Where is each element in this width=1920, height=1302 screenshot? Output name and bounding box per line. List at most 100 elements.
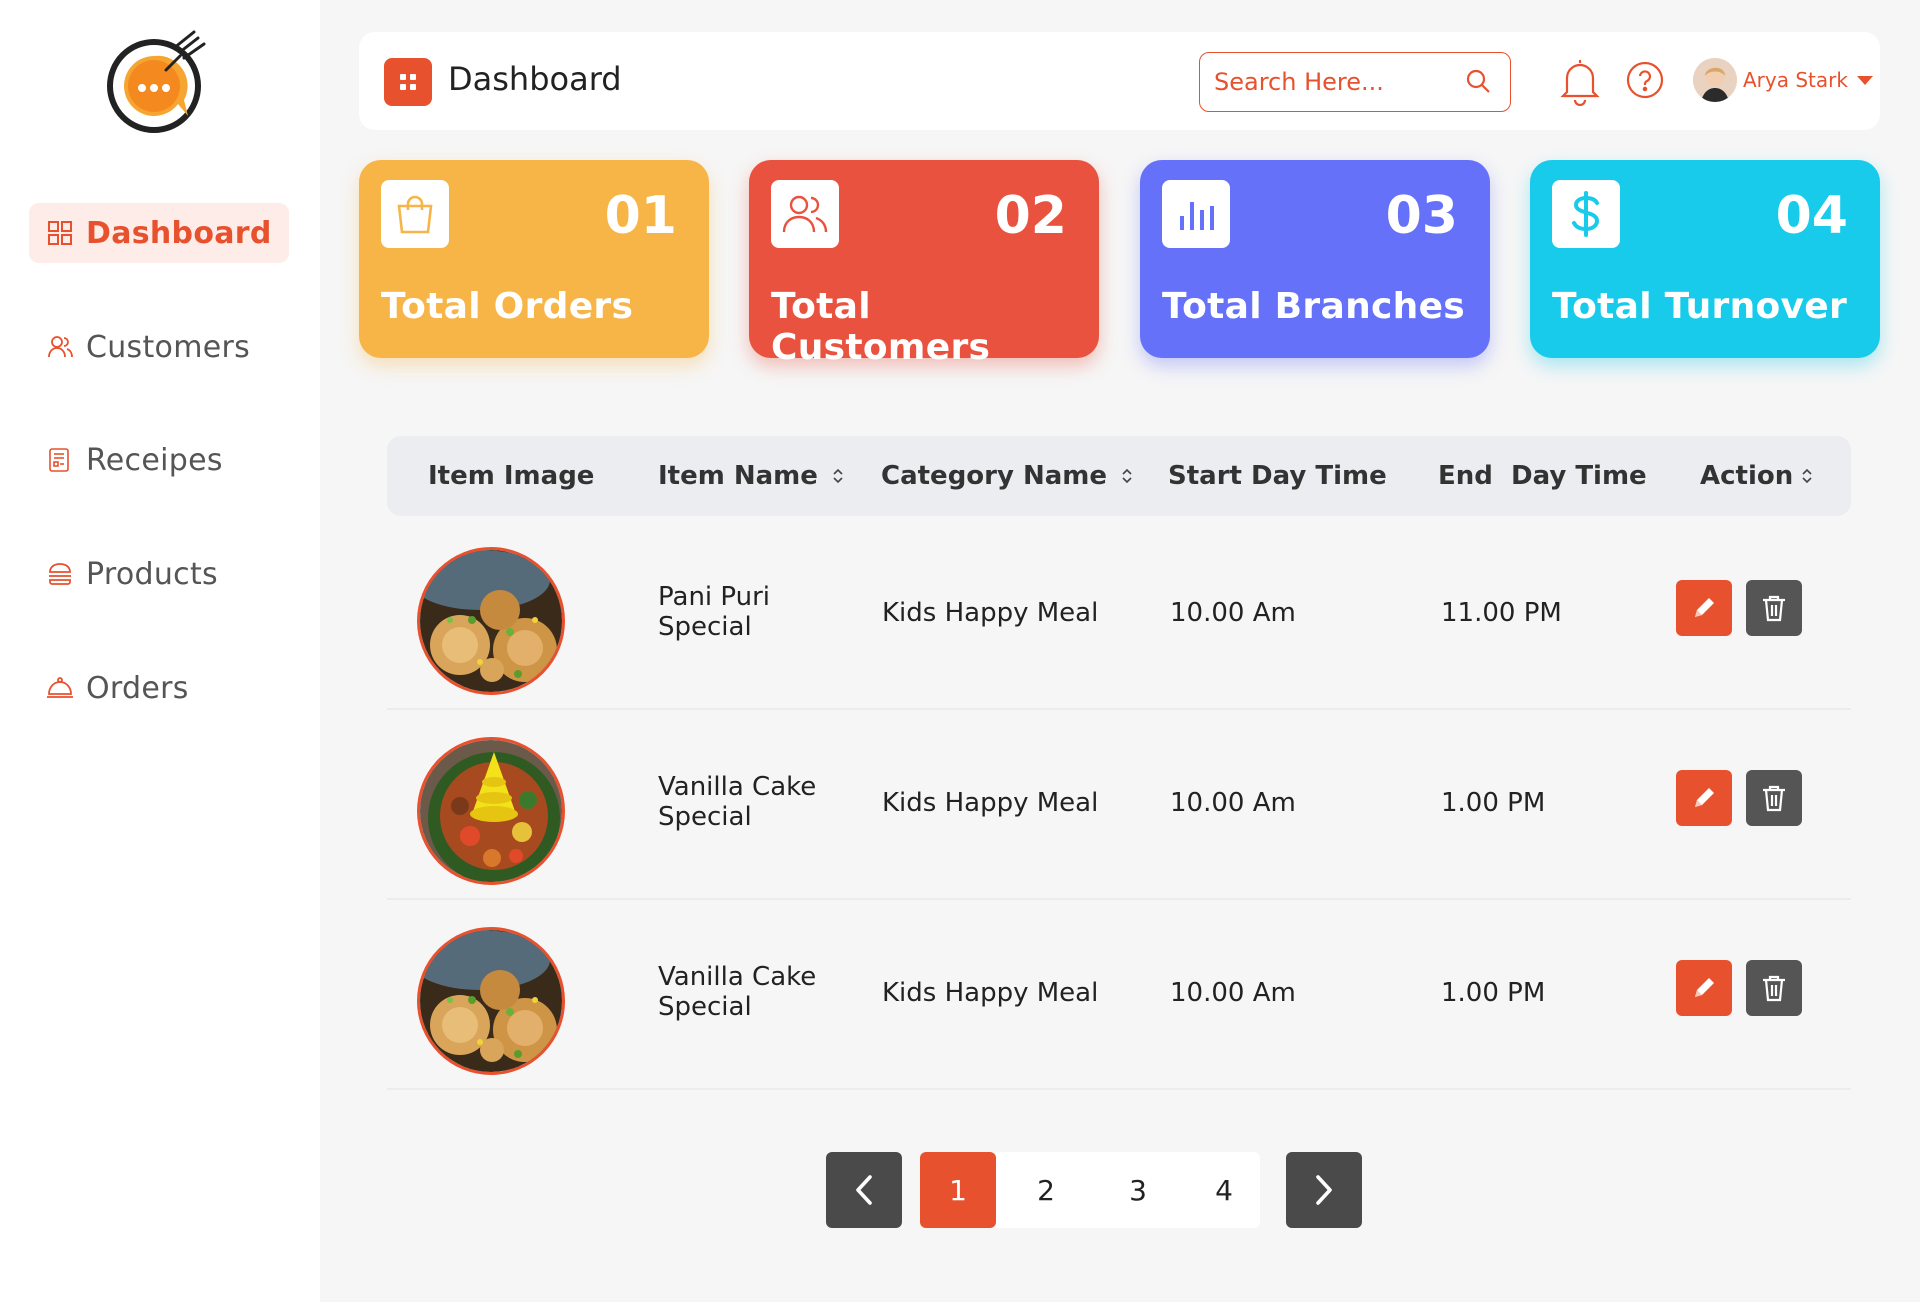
avatar xyxy=(1693,58,1737,102)
item-name-line: Special xyxy=(658,802,752,832)
stat-number: 03 xyxy=(1385,186,1458,246)
item-image-pani-puri xyxy=(417,547,565,695)
sort-icon[interactable] xyxy=(832,467,844,485)
page-4-button[interactable]: 4 xyxy=(1186,1152,1262,1228)
item-name: Pani Puri Special xyxy=(658,582,770,642)
delete-button[interactable] xyxy=(1746,580,1802,636)
chevron-right-icon xyxy=(1316,1175,1332,1205)
user-menu[interactable]: Arya Stark xyxy=(1693,58,1874,102)
stat-label: Total Turnover xyxy=(1552,286,1848,327)
start-time: 10.00 Am xyxy=(1170,978,1296,1008)
delete-button[interactable] xyxy=(1746,770,1802,826)
column-header-item-name[interactable]: Item Name xyxy=(658,436,844,516)
pencil-icon xyxy=(1695,788,1714,807)
column-header-end-day-time: End Day Time xyxy=(1438,436,1647,516)
table-row: Vanilla Cake Special Kids Happy Meal 10.… xyxy=(387,900,1851,1090)
sort-icon[interactable] xyxy=(1121,467,1133,485)
table-header: Item Image Item Name Category Name Start… xyxy=(387,436,1851,516)
trash-icon xyxy=(1763,785,1785,812)
sidebar-item-label: Receipes xyxy=(86,442,223,478)
column-header-start-day-time: Start Day Time xyxy=(1168,436,1387,516)
sidebar-item-products[interactable]: Products xyxy=(29,544,289,604)
table-row: Pani Puri Special Kids Happy Meal 10.00 … xyxy=(387,520,1851,710)
help-icon[interactable] xyxy=(1625,60,1665,104)
column-header-label: Start Day Time xyxy=(1168,461,1387,491)
stat-card-total-turnover[interactable]: 04 Total Turnover xyxy=(1530,160,1880,358)
users-icon xyxy=(46,333,74,361)
stat-label: Total Orders xyxy=(381,286,634,327)
grid-icon xyxy=(46,219,74,247)
users-icon xyxy=(771,180,839,248)
next-page-button[interactable] xyxy=(1286,1152,1362,1228)
page-3-button[interactable]: 3 xyxy=(1100,1152,1176,1228)
item-name: Vanilla Cake Special xyxy=(658,962,816,1022)
search-box xyxy=(1199,52,1511,112)
search-input[interactable] xyxy=(1214,68,1454,96)
item-name-line: Pani Puri xyxy=(658,582,771,612)
start-time: 10.00 Am xyxy=(1170,788,1296,818)
dashboard-menu-icon[interactable] xyxy=(384,58,432,106)
app-logo[interactable] xyxy=(100,28,212,140)
stat-number: 04 xyxy=(1775,186,1848,246)
caret-down-icon xyxy=(1856,71,1874,90)
bell-icon[interactable] xyxy=(1559,56,1601,110)
page-1-button[interactable]: 1 xyxy=(920,1152,996,1228)
column-header-label: Category Name xyxy=(881,461,1108,491)
stat-card-total-orders[interactable]: 01 Total Orders xyxy=(359,160,709,358)
trash-icon xyxy=(1763,975,1785,1002)
page-2-button[interactable]: 2 xyxy=(1008,1152,1084,1228)
sidebar: Dashboard Customers Receipes Products Or… xyxy=(0,0,320,1302)
column-header-action[interactable]: Action xyxy=(1700,436,1813,516)
edit-button[interactable] xyxy=(1676,770,1732,826)
page-numbers: 1 2 3 4 xyxy=(920,1152,1260,1228)
item-name-line: Vanilla Cake xyxy=(658,962,817,992)
column-header-label: Item Name xyxy=(658,461,818,491)
item-image-cake-platter xyxy=(417,737,565,885)
column-header-label: Action xyxy=(1700,461,1794,491)
column-header-item-image: Item Image xyxy=(428,436,594,516)
category-name: Kids Happy Meal xyxy=(882,788,1099,818)
column-header-label: Item Image xyxy=(428,461,595,491)
trash-icon xyxy=(1763,595,1785,622)
category-name: Kids Happy Meal xyxy=(882,978,1099,1008)
stat-card-total-branches[interactable]: 03 Total Branches xyxy=(1140,160,1490,358)
dollar-icon xyxy=(1552,180,1620,248)
bar-chart-icon xyxy=(1162,180,1230,248)
category-name: Kids Happy Meal xyxy=(882,598,1099,628)
pencil-icon xyxy=(1695,978,1714,997)
stat-label: Total Branches xyxy=(1162,286,1466,327)
sidebar-item-label: Orders xyxy=(86,670,189,706)
top-bar: Dashboard A xyxy=(359,32,1880,130)
prev-page-button[interactable] xyxy=(826,1152,902,1228)
column-header-label: End Day Time xyxy=(1438,461,1647,491)
end-time: 11.00 PM xyxy=(1441,598,1562,628)
stat-number: 02 xyxy=(994,186,1067,246)
page-title: Dashboard xyxy=(448,60,622,98)
edit-button[interactable] xyxy=(1676,580,1732,636)
item-name-line: Special xyxy=(658,612,752,642)
search-icon[interactable] xyxy=(1464,67,1492,99)
chevron-left-icon xyxy=(856,1175,872,1205)
stat-card-total-customers[interactable]: 02 Total Customers xyxy=(749,160,1099,368)
column-header-category-name[interactable]: Category Name xyxy=(881,436,1133,516)
sidebar-item-label: Products xyxy=(86,556,218,592)
sidebar-item-customers[interactable]: Customers xyxy=(29,317,289,377)
end-time: 1.00 PM xyxy=(1441,978,1546,1008)
item-image-pani-puri xyxy=(417,927,565,1075)
end-time: 1.00 PM xyxy=(1441,788,1546,818)
start-time: 10.00 Am xyxy=(1170,598,1296,628)
sidebar-item-label: Dashboard xyxy=(86,215,272,251)
sidebar-item-dashboard[interactable]: Dashboard xyxy=(29,203,289,263)
delete-button[interactable] xyxy=(1746,960,1802,1016)
sidebar-item-receipes[interactable]: Receipes xyxy=(29,430,289,490)
stat-label: Total Customers xyxy=(771,286,991,368)
shopping-bag-icon xyxy=(381,180,449,248)
sidebar-item-label: Customers xyxy=(86,329,251,365)
recipe-icon xyxy=(46,446,74,474)
pencil-icon xyxy=(1695,598,1714,617)
sidebar-item-orders[interactable]: Orders xyxy=(29,658,289,718)
sort-icon[interactable] xyxy=(1801,467,1813,485)
edit-button[interactable] xyxy=(1676,960,1732,1016)
item-name-line: Special xyxy=(658,992,752,1022)
item-name: Vanilla Cake Special xyxy=(658,772,816,832)
